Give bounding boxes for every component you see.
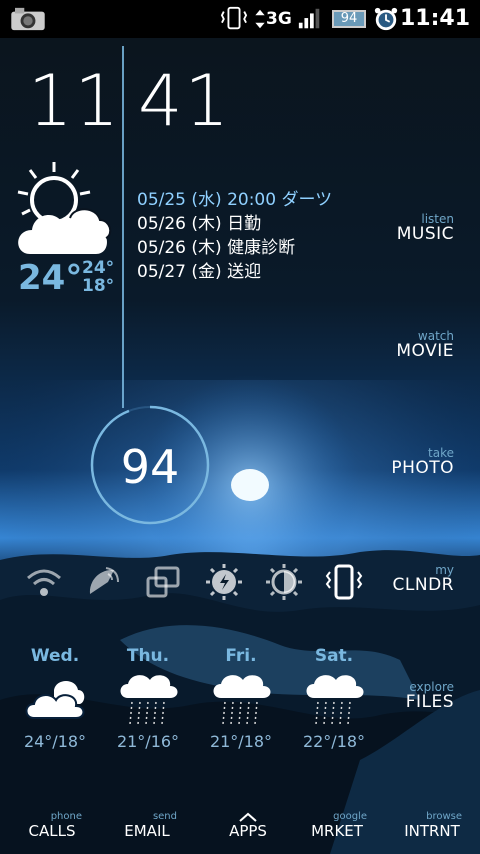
- menu-movie[interactable]: watch MOVIE: [396, 330, 454, 360]
- calendar-event[interactable]: 05/26 (木) 健康診断: [137, 233, 295, 258]
- menu-music[interactable]: listen MUSIC: [397, 213, 454, 243]
- calendar-event[interactable]: 05/27 (金) 送迎: [137, 257, 261, 282]
- dock-label: EMAIL: [124, 822, 170, 840]
- menu-calendar[interactable]: my CLNDR: [393, 564, 454, 594]
- chevron-up-icon: [239, 812, 257, 822]
- menu-label: CLNDR: [392, 575, 454, 595]
- dock-sub-label: browse: [426, 811, 462, 822]
- network-type: 3G: [266, 9, 292, 29]
- calendar-event[interactable]: 05/25 (水) 20:00 ダーツ: [137, 185, 332, 210]
- rain-icon: [120, 675, 178, 725]
- menu-files[interactable]: explore FILES: [406, 681, 454, 711]
- cloudy-icon: [25, 681, 85, 719]
- alarm-icon: [374, 7, 398, 31]
- wifi-icon[interactable]: [24, 562, 64, 602]
- forecast-temp: 22°/18°: [302, 732, 366, 751]
- dock-sub-label: google: [333, 811, 367, 822]
- signal-icon: [298, 8, 320, 29]
- data-transfer-icon: [255, 9, 265, 29]
- brightness-icon[interactable]: [264, 562, 304, 602]
- dock-apps[interactable]: APPS: [200, 812, 296, 840]
- dock-sub-label: send: [152, 811, 177, 822]
- battery-icon: 94: [332, 10, 366, 28]
- partly-cloudy-icon: [17, 162, 112, 254]
- menu-label: FILES: [405, 692, 454, 712]
- dock-calls[interactable]: phone CALLS: [4, 811, 100, 841]
- battery-level-text: 94: [340, 11, 358, 26]
- vibrate-icon: [220, 6, 248, 30]
- dock-label: APPS: [229, 822, 267, 840]
- camera-icon[interactable]: [8, 6, 48, 32]
- battery-value: 94: [120, 440, 180, 494]
- forecast-day: Wed.: [30, 646, 80, 666]
- gps-icon[interactable]: [84, 562, 124, 602]
- vibrate-mode-icon[interactable]: [324, 562, 364, 602]
- dock-internet[interactable]: browse INTRNT: [384, 811, 480, 841]
- forecast-temp: 21°/16°: [116, 732, 180, 751]
- dock-email[interactable]: send EMAIL: [99, 811, 195, 841]
- forecast-day: Sat.: [314, 646, 354, 666]
- brightness-auto-icon[interactable]: [204, 562, 244, 602]
- menu-label: MOVIE: [396, 341, 454, 361]
- menu-label: PHOTO: [391, 458, 454, 478]
- dock-market[interactable]: google MRKET: [289, 811, 385, 841]
- current-temperature: 24°: [18, 258, 83, 298]
- dock-label: MRKET: [311, 822, 363, 840]
- menu-label: MUSIC: [396, 224, 454, 244]
- clock-minute: 41: [138, 60, 232, 142]
- status-bar: 3G 94 11:41: [0, 0, 480, 38]
- forecast-temp: 24°/18°: [23, 732, 87, 751]
- forecast-temp: 21°/18°: [209, 732, 273, 751]
- dock-label: INTRNT: [404, 822, 460, 840]
- auto-rotate-icon[interactable]: [144, 562, 184, 602]
- dock-sub-label: phone: [50, 811, 82, 822]
- forecast-day: Fri.: [225, 646, 257, 666]
- today-low: 18°: [82, 276, 115, 296]
- menu-photo[interactable]: take PHOTO: [391, 447, 454, 477]
- forecast-day: Thu.: [126, 646, 170, 666]
- clock-hour: 11: [28, 60, 122, 142]
- rain-icon: [306, 675, 364, 725]
- status-clock: 11:41: [399, 6, 470, 31]
- clock-divider: [122, 46, 124, 408]
- today-high: 24°: [82, 258, 115, 278]
- dock-label: CALLS: [28, 822, 76, 840]
- rain-icon: [213, 675, 271, 725]
- calendar-event[interactable]: 05/26 (木) 日勤: [137, 209, 261, 234]
